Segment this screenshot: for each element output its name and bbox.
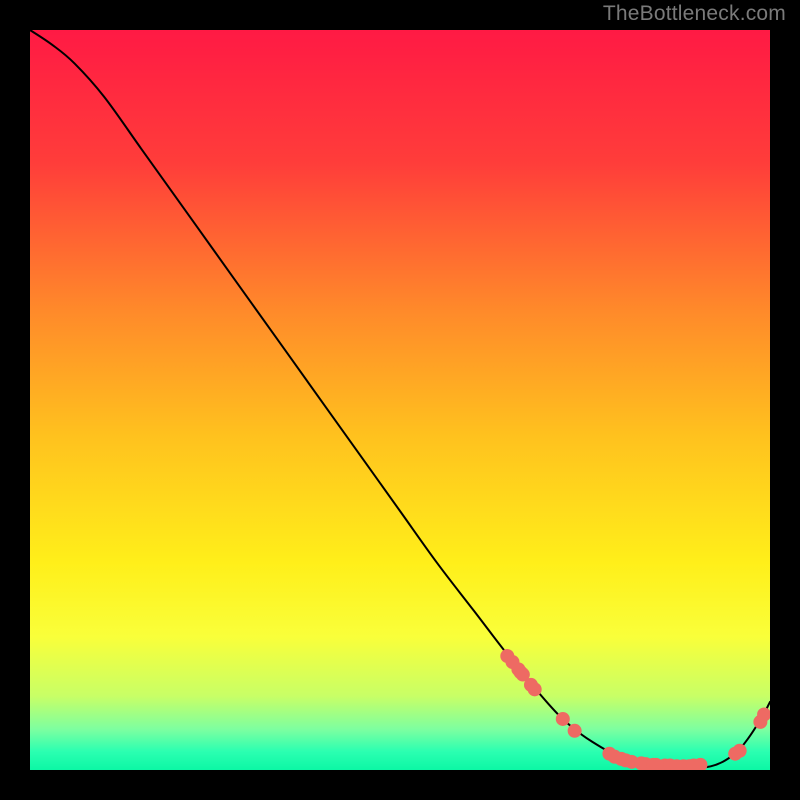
gpu-marker (733, 744, 747, 758)
gpu-marker (568, 724, 582, 738)
gpu-marker (528, 682, 542, 696)
plot-area (30, 30, 770, 770)
chart-frame: TheBottleneck.com (0, 0, 800, 800)
gpu-marker (556, 712, 570, 726)
attribution-text: TheBottleneck.com (603, 2, 786, 26)
bottleneck-curve-chart (30, 30, 770, 770)
gradient-background (30, 30, 770, 770)
